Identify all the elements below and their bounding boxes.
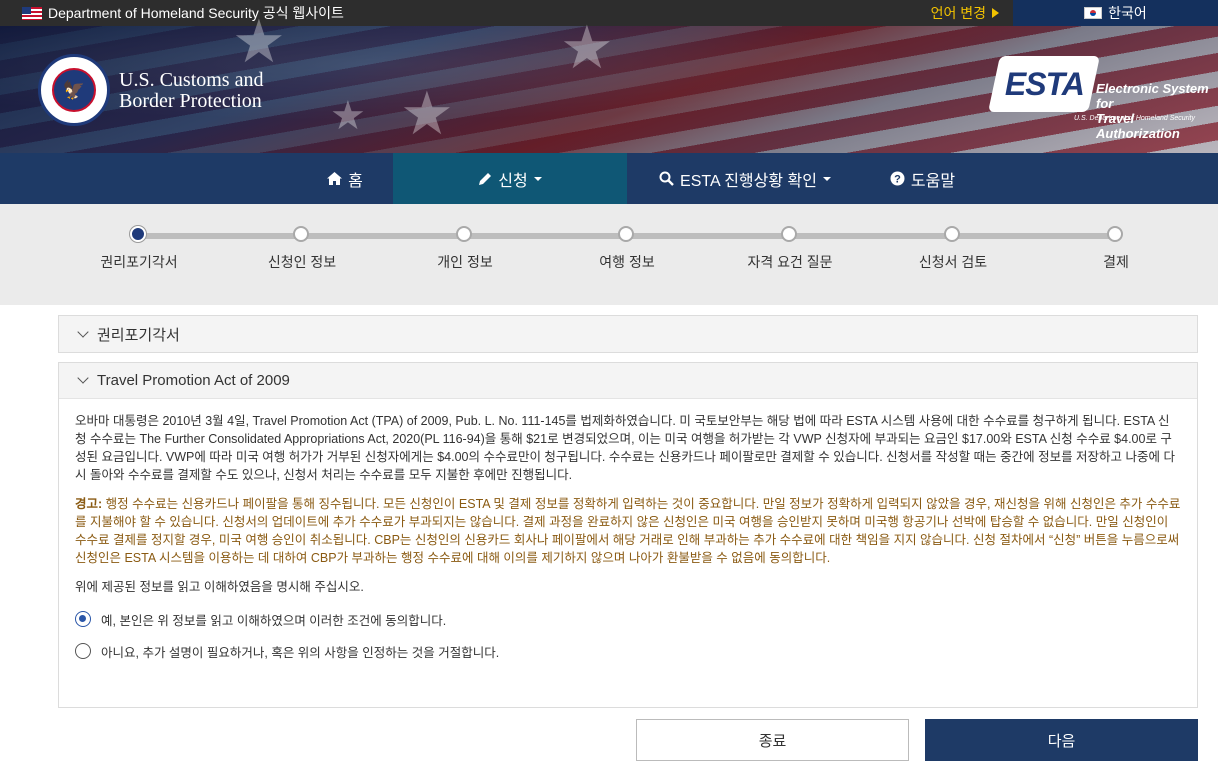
waiver-panel: 권리포기각서 <box>58 315 1198 353</box>
dhs-seal-logo[interactable]: 🦅 <box>38 54 110 126</box>
option-no-radio[interactable] <box>75 643 91 659</box>
esta-full-name: Electronic System for Travel Authorizati… <box>1096 81 1218 141</box>
step-label-applicant-info: 신청인 정보 <box>267 254 337 270</box>
caret-right-icon <box>992 8 999 18</box>
tpa-panel-title: Travel Promotion Act of 2009 <box>97 372 290 389</box>
chevron-down-icon <box>77 372 89 384</box>
agency-name-line1: U.S. Customs and <box>119 69 264 91</box>
chevron-down-icon <box>77 325 89 338</box>
step-dot-4 <box>618 226 634 242</box>
agency-name-line2: Border Protection <box>119 90 262 112</box>
nav-help[interactable]: ? 도움말 <box>875 153 970 204</box>
nav-home-label: 홈 <box>348 172 363 190</box>
step-dot-3 <box>456 226 472 242</box>
tpa-paragraph: 오바마 대통령은 2010년 3월 4일, Travel Promotion A… <box>75 414 1175 482</box>
tpa-panel-body: 오바마 대통령은 2010년 3월 4일, Travel Promotion A… <box>59 399 1197 660</box>
question-circle-icon: ? <box>890 171 905 186</box>
chevron-down-icon <box>822 176 831 181</box>
search-icon <box>659 171 674 186</box>
pencil-icon <box>479 172 492 185</box>
esta-full-name-line1: Electronic System for <box>1096 81 1209 111</box>
warning-label: 경고: <box>75 497 103 511</box>
step-dot-7 <box>1107 226 1123 242</box>
language-change-link[interactable]: 언어 변경 <box>900 0 1013 26</box>
home-icon <box>327 172 343 185</box>
tpa-panel-header[interactable]: Travel Promotion Act of 2009 <box>59 363 1197 399</box>
eagle-icon: 🦅 <box>52 68 96 112</box>
acknowledge-prompt: 위에 제공된 정보를 읽고 이해하였음을 명시해 주십시오. <box>75 580 364 594</box>
progress-steps: 권리포기각서 신청인 정보 개인 정보 여행 정보 자격 요건 질문 신청서 검… <box>0 204 1218 305</box>
option-no-row[interactable]: 아니요, 추가 설명이 필요하거나, 혹은 위의 사항을 인정하는 것을 거절합… <box>75 642 1181 660</box>
flag-star-decoration: ★ <box>400 80 454 147</box>
us-flag-icon <box>22 6 42 20</box>
agency-name[interactable]: U.S. Customs and Border Protection <box>119 70 263 112</box>
esta-logo-text: ESTA <box>1004 65 1084 102</box>
korea-flag-icon <box>1084 7 1103 19</box>
exit-button[interactable]: 종료 <box>636 719 909 761</box>
tpa-panel: Travel Promotion Act of 2009 오바마 대통령은 20… <box>58 362 1198 708</box>
esta-logo-box: ESTA <box>988 56 1100 112</box>
language-change-label: 언어 변경 <box>930 5 986 21</box>
step-label-waiver: 권리포기각서 <box>100 254 178 270</box>
svg-text:?: ? <box>894 174 901 186</box>
warning-paragraph: 경고: 행정 수수료는 신용카드나 페이팔을 통해 징수됩니다. 모든 신청인이… <box>75 495 1181 567</box>
main-navigation: 홈 신청 ESTA 진행상황 확인 ? 도움말 <box>0 153 1218 204</box>
step-label-payment: 결제 <box>1103 254 1129 270</box>
step-label-eligibility: 자격 요건 질문 <box>747 254 833 270</box>
flag-star-decoration: ★ <box>330 94 366 138</box>
step-label-travel-info: 여행 정보 <box>599 254 655 270</box>
flag-star-decoration: ★ <box>560 14 614 81</box>
step-dot-2 <box>293 226 309 242</box>
current-language-label: 한국어 <box>1108 5 1147 21</box>
option-yes-label[interactable]: 예, 본인은 위 정보를 읽고 이해하였으며 이러한 조건에 동의합니다. <box>101 610 446 629</box>
nav-home[interactable]: 홈 <box>300 153 390 204</box>
nav-apply[interactable]: 신청 <box>393 153 627 204</box>
official-site-text: Department of Homeland Security 공식 웹사이트 <box>48 5 344 21</box>
warning-text: 행정 수수료는 신용카드나 페이팔을 통해 징수됩니다. 모든 신청인이 EST… <box>75 497 1181 565</box>
waiver-panel-header[interactable]: 권리포기각서 <box>59 316 1197 352</box>
chevron-down-icon <box>533 176 542 181</box>
next-button[interactable]: 다음 <box>925 719 1198 761</box>
nav-help-label: 도움말 <box>910 172 956 190</box>
flag-star-decoration: ★ <box>232 8 286 75</box>
current-language-selector[interactable]: 한국어 <box>1013 0 1218 26</box>
step-dot-5 <box>781 226 797 242</box>
official-site-notice: Department of Homeland Security 공식 웹사이트 <box>22 4 344 22</box>
esta-dhs-subtitle: U.S. Department of Homeland Security <box>1074 115 1195 122</box>
nav-apply-label: 신청 <box>498 172 528 190</box>
step-label-personal-info: 개인 정보 <box>437 254 493 270</box>
nav-status-label: ESTA 진행상황 확인 <box>680 172 817 190</box>
step-dot-1 <box>130 226 146 242</box>
option-yes-row[interactable]: 예, 본인은 위 정보를 읽고 이해하였으며 이러한 조건에 동의합니다. <box>75 610 1181 628</box>
step-label-review: 신청서 검토 <box>918 254 988 270</box>
option-no-label[interactable]: 아니요, 추가 설명이 필요하거나, 혹은 위의 사항을 인정하는 것을 거절합… <box>101 642 499 661</box>
waiver-panel-title: 권리포기각서 <box>97 326 180 344</box>
nav-status-check[interactable]: ESTA 진행상황 확인 <box>650 153 840 204</box>
option-yes-radio[interactable] <box>75 611 91 627</box>
esta-logo[interactable]: ESTA Electronic System for Travel Author… <box>988 56 1218 141</box>
step-dot-6 <box>944 226 960 242</box>
